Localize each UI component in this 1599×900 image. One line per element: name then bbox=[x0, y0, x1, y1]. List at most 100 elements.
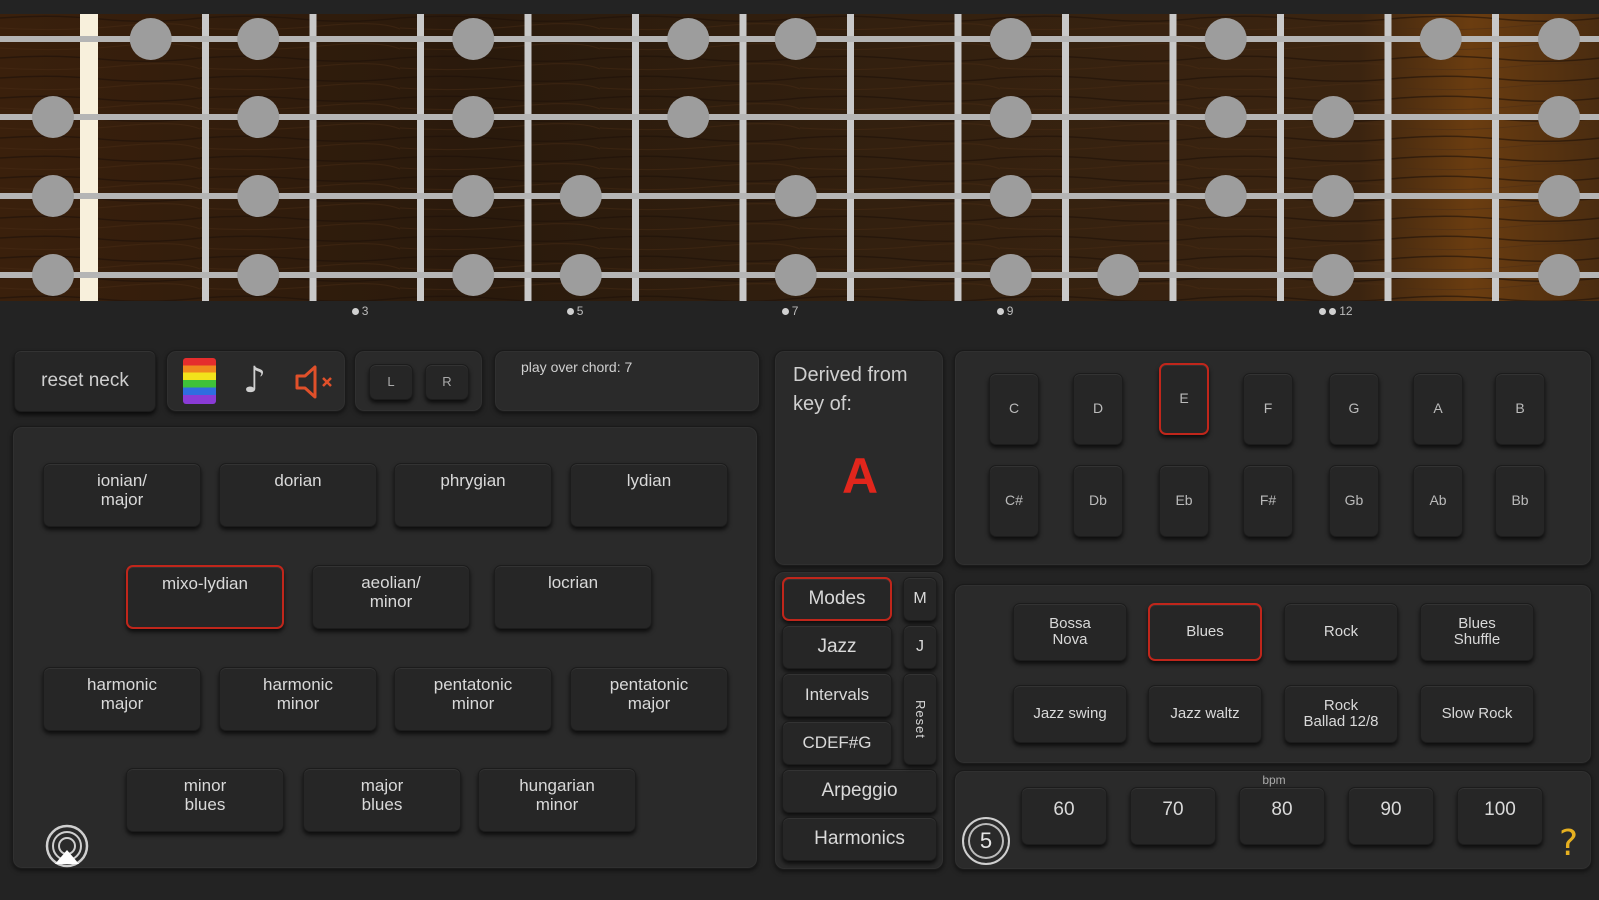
key-button[interactable]: E bbox=[1159, 363, 1209, 435]
fret-wire bbox=[1062, 14, 1069, 301]
rhythm-button[interactable]: Blues bbox=[1148, 603, 1262, 661]
note-dot[interactable] bbox=[32, 96, 74, 138]
scale-button[interactable]: major blues bbox=[303, 768, 461, 832]
note-dot[interactable] bbox=[237, 175, 280, 217]
fret-marker: 7 bbox=[781, 304, 798, 318]
note-dot[interactable] bbox=[1204, 96, 1247, 138]
rhythm-button[interactable]: Rock bbox=[1284, 603, 1398, 661]
note-dot[interactable] bbox=[774, 254, 817, 296]
key-button[interactable]: G bbox=[1329, 373, 1379, 445]
note-dot[interactable] bbox=[989, 175, 1032, 217]
key-button[interactable]: A bbox=[1413, 373, 1463, 445]
note-dot[interactable] bbox=[1312, 254, 1355, 296]
m-button[interactable]: M bbox=[903, 577, 937, 621]
key-button[interactable]: B bbox=[1495, 373, 1545, 445]
note-dot[interactable] bbox=[774, 175, 817, 217]
key-button[interactable]: Db bbox=[1073, 465, 1123, 537]
note-dot[interactable] bbox=[667, 96, 710, 138]
note-dot[interactable] bbox=[237, 96, 280, 138]
note-dot[interactable] bbox=[452, 18, 495, 60]
scale-button[interactable]: phrygian bbox=[394, 463, 552, 527]
note-dot[interactable] bbox=[32, 254, 74, 296]
note-dot[interactable] bbox=[1538, 175, 1580, 217]
note-dot[interactable] bbox=[129, 18, 172, 60]
rhythm-button[interactable]: Bossa Nova bbox=[1013, 603, 1127, 661]
key-button[interactable]: Gb bbox=[1329, 465, 1379, 537]
note-dot[interactable] bbox=[667, 18, 710, 60]
rhythm-button[interactable]: Slow Rock bbox=[1420, 685, 1534, 743]
scale-button[interactable]: aeolian/ minor bbox=[312, 565, 470, 629]
key-button[interactable]: Eb bbox=[1159, 465, 1209, 537]
count-in-button[interactable]: 5 bbox=[962, 817, 1010, 865]
note-dot[interactable] bbox=[1312, 96, 1355, 138]
key-button[interactable]: C# bbox=[989, 465, 1039, 537]
key-button[interactable]: C bbox=[989, 373, 1039, 445]
j-button[interactable]: J bbox=[903, 625, 937, 669]
note-dot[interactable] bbox=[989, 254, 1032, 296]
fretboard[interactable] bbox=[0, 14, 1599, 301]
scale-button[interactable]: locrian bbox=[494, 565, 652, 629]
music-note-icon[interactable]: ♪ bbox=[243, 359, 266, 403]
jazz-button[interactable]: Jazz bbox=[782, 625, 892, 669]
note-dot[interactable] bbox=[1097, 254, 1140, 296]
scale-button[interactable]: harmonic minor bbox=[219, 667, 377, 731]
right-hand-button[interactable]: R bbox=[425, 364, 469, 400]
rhythm-button[interactable]: Jazz swing bbox=[1013, 685, 1127, 743]
airplay-icon[interactable] bbox=[45, 824, 89, 868]
bpm-button[interactable]: 70 bbox=[1130, 787, 1216, 845]
key-button[interactable]: Bb bbox=[1495, 465, 1545, 537]
note-dot[interactable] bbox=[1538, 254, 1580, 296]
key-button[interactable]: F bbox=[1243, 373, 1293, 445]
note-dot[interactable] bbox=[237, 254, 280, 296]
bpm-button[interactable]: 100 bbox=[1457, 787, 1543, 845]
note-dot[interactable] bbox=[452, 254, 495, 296]
bpm-button[interactable]: 60 bbox=[1021, 787, 1107, 845]
rhythm-button[interactable]: Rock Ballad 12/8 bbox=[1284, 685, 1398, 743]
note-dot[interactable] bbox=[989, 18, 1032, 60]
note-dot[interactable] bbox=[452, 175, 495, 217]
note-dot[interactable] bbox=[452, 96, 495, 138]
note-dot[interactable] bbox=[559, 175, 602, 217]
cdefg-button[interactable]: CDEF#G bbox=[782, 721, 892, 765]
mute-icon[interactable] bbox=[294, 365, 338, 399]
note-dot[interactable] bbox=[1419, 18, 1462, 60]
scale-button[interactable]: lydian bbox=[570, 463, 728, 527]
note-dot[interactable] bbox=[559, 254, 602, 296]
scale-button[interactable]: mixo-lydian bbox=[126, 565, 284, 629]
note-dot[interactable] bbox=[1204, 175, 1247, 217]
fret-wire bbox=[1384, 14, 1392, 301]
key-button[interactable]: D bbox=[1073, 373, 1123, 445]
scale-button[interactable]: harmonic major bbox=[43, 667, 201, 731]
rainbow-icon[interactable] bbox=[183, 358, 216, 404]
intervals-button[interactable]: Intervals bbox=[782, 673, 892, 717]
fret-wire bbox=[847, 14, 854, 301]
key-button[interactable]: Ab bbox=[1413, 465, 1463, 537]
bpm-button[interactable]: 90 bbox=[1348, 787, 1434, 845]
left-hand-button[interactable]: L bbox=[369, 364, 413, 400]
rhythm-button[interactable]: Blues Shuffle bbox=[1420, 603, 1534, 661]
note-dot[interactable] bbox=[1204, 18, 1247, 60]
help-button[interactable]: ? bbox=[1559, 823, 1578, 864]
reset-button[interactable]: Reset bbox=[903, 673, 937, 765]
scale-button[interactable]: ionian/ major bbox=[43, 463, 201, 527]
scale-button[interactable]: dorian bbox=[219, 463, 377, 527]
scale-button[interactable]: pentatonic major bbox=[570, 667, 728, 731]
note-dot[interactable] bbox=[32, 175, 74, 217]
reset-neck-button[interactable]: reset neck bbox=[14, 350, 156, 412]
scale-button[interactable]: minor blues bbox=[126, 768, 284, 832]
bpm-button[interactable]: 80 bbox=[1239, 787, 1325, 845]
note-dot[interactable] bbox=[989, 96, 1032, 138]
harmonics-button[interactable]: Harmonics bbox=[782, 817, 937, 861]
note-dot[interactable] bbox=[237, 18, 280, 60]
key-button[interactable]: F# bbox=[1243, 465, 1293, 537]
note-dot[interactable] bbox=[1312, 175, 1355, 217]
modes-button[interactable]: Modes bbox=[782, 577, 892, 621]
scale-button[interactable]: pentatonic minor bbox=[394, 667, 552, 731]
note-dot[interactable] bbox=[1538, 96, 1580, 138]
rhythm-button[interactable]: Jazz waltz bbox=[1148, 685, 1262, 743]
note-dot[interactable] bbox=[1538, 18, 1580, 60]
scale-button[interactable]: hungarian minor bbox=[478, 768, 636, 832]
scales-panel: ionian/ major dorian phrygian lydian mixo-ly… bbox=[12, 426, 758, 869]
arpeggio-button[interactable]: Arpeggio bbox=[782, 769, 937, 813]
note-dot[interactable] bbox=[774, 18, 817, 60]
